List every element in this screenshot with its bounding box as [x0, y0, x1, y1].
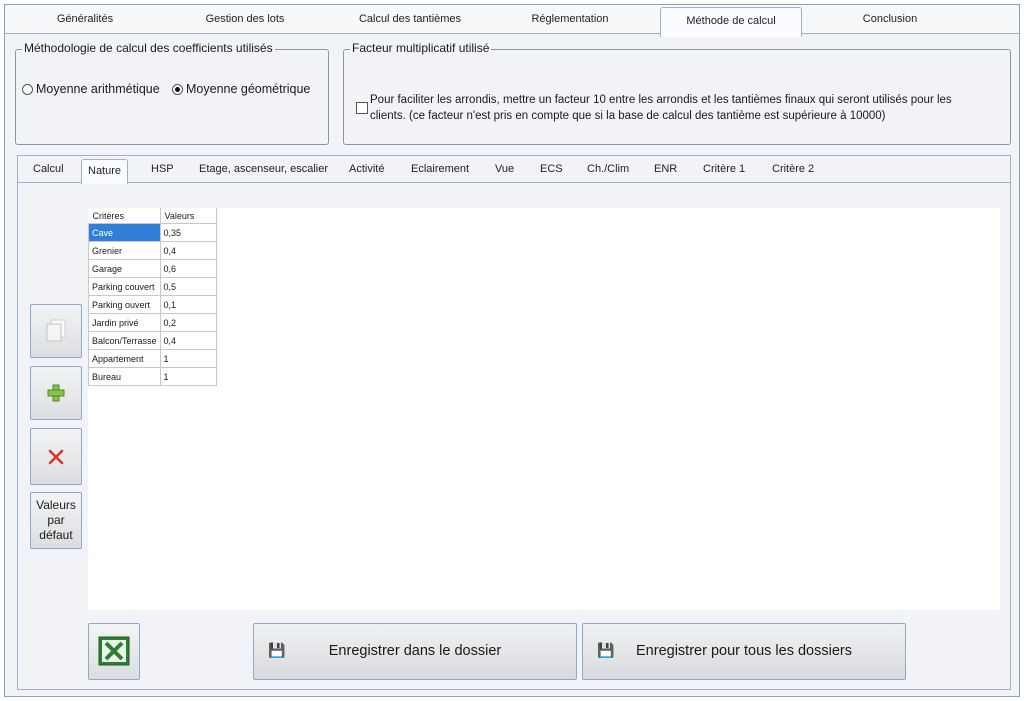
- table-row[interactable]: Appartement 1: [88, 349, 217, 368]
- table-row[interactable]: Garage 0,6: [88, 259, 217, 278]
- cell-critere[interactable]: Balcon/Terrasse: [88, 331, 161, 350]
- tab-gestion-lots[interactable]: Gestion des lots: [175, 5, 315, 33]
- cell-critere[interactable]: Bureau: [88, 367, 161, 386]
- facteur-group: Facteur multiplicatif utilisé Pour facil…: [343, 41, 1011, 145]
- radio-unchecked-icon: [22, 83, 33, 95]
- cell-critere[interactable]: Parking couvert: [88, 277, 161, 296]
- table-row[interactable]: Parking couvert 0,5: [88, 277, 217, 296]
- delete-icon: [48, 449, 64, 464]
- subtab-calcul[interactable]: Calcul: [33, 156, 64, 182]
- tab-methode-calcul[interactable]: Méthode de calcul: [660, 7, 802, 37]
- tab-calcul-tantiemes[interactable]: Calcul des tantièmes: [335, 5, 485, 33]
- subtab-hsp[interactable]: HSP: [151, 156, 174, 182]
- cell-valeur[interactable]: 0,4: [159, 331, 217, 350]
- cell-valeur[interactable]: 1: [159, 367, 217, 386]
- delete-button[interactable]: [30, 428, 82, 485]
- cell-valeur[interactable]: 1: [159, 349, 217, 368]
- facteur-group-title: Facteur multiplicatif utilisé: [350, 41, 492, 55]
- radio-label-arithmetique: Moyenne arithmétique: [36, 82, 160, 96]
- cell-critere[interactable]: Cave: [88, 223, 161, 242]
- table-row[interactable]: Balcon/Terrasse 0,4: [88, 331, 217, 350]
- top-tab-bar: Généralités Gestion des lots Calcul des …: [5, 5, 1019, 37]
- cell-valeur[interactable]: 0,2: [159, 313, 217, 332]
- radio-checked-icon: [172, 83, 183, 95]
- subtab-nature[interactable]: Nature: [81, 159, 129, 184]
- save-all-label: Enregistrer pour tous les dossiers: [636, 643, 852, 659]
- table-row[interactable]: Bureau 1: [88, 367, 217, 386]
- table-row[interactable]: Parking ouvert 0,1: [88, 295, 217, 314]
- default-values-button[interactable]: Valeurs par défaut: [30, 492, 82, 549]
- copy-button[interactable]: [30, 304, 82, 358]
- subtab-ecs[interactable]: ECS: [540, 156, 563, 182]
- subtab-critere-1[interactable]: Critère 1: [703, 156, 745, 182]
- save-folder-button[interactable]: 💾 Enregistrer dans le dossier: [253, 623, 577, 680]
- facteur-description: Pour faciliter les arrondis, mettre un f…: [370, 94, 952, 122]
- sub-tab-bar: Calcul Nature HSP Etage, ascenseur, esca…: [18, 156, 1010, 184]
- table-row[interactable]: Cave 0,35: [88, 223, 217, 242]
- excel-export-button[interactable]: [88, 623, 140, 680]
- table-row[interactable]: Grenier 0,4: [88, 241, 217, 260]
- subtab-eclairement[interactable]: Eclairement: [411, 156, 469, 182]
- save-all-button[interactable]: 💾 Enregistrer pour tous les dossiers: [582, 623, 906, 680]
- tab-conclusion[interactable]: Conclusion: [820, 5, 960, 33]
- excel-icon: [98, 636, 130, 666]
- subtab-enr[interactable]: ENR: [654, 156, 677, 182]
- cell-valeur[interactable]: 0,4: [159, 241, 217, 260]
- cell-valeur[interactable]: 0,5: [159, 277, 217, 296]
- cell-valeur[interactable]: 0,35: [159, 223, 217, 242]
- subtab-chclim[interactable]: Ch./Clim: [587, 156, 629, 182]
- cell-critere[interactable]: Grenier: [88, 241, 161, 260]
- criteria-panel: Calcul Nature HSP Etage, ascenseur, esca…: [17, 155, 1011, 690]
- cell-critere[interactable]: Parking ouvert: [88, 295, 161, 314]
- radio-moyenne-arithmetique[interactable]: Moyenne arithmétique: [22, 82, 160, 96]
- table-row[interactable]: Jardin privé 0,2: [88, 313, 217, 332]
- radio-label-geometrique: Moyenne géométrique: [186, 82, 311, 96]
- cell-valeur[interactable]: 0,6: [159, 259, 217, 278]
- plus-icon: [47, 384, 65, 402]
- add-button[interactable]: [30, 366, 82, 420]
- copy-icon: [46, 319, 66, 342]
- save-folder-label: Enregistrer dans le dossier: [328, 643, 502, 659]
- subtab-etage[interactable]: Etage, ascenseur, escalier: [199, 156, 328, 182]
- grid-area: [88, 208, 1000, 610]
- tab-generalites[interactable]: Généralités: [25, 5, 145, 33]
- methodology-group-title: Méthodologie de calcul des coefficients …: [22, 41, 275, 55]
- criteria-table: Critères Valeurs Cave 0,35 Grenier 0,4 Gar…: [88, 208, 217, 386]
- subtab-critere-2[interactable]: Critère 2: [772, 156, 814, 182]
- cell-critere[interactable]: Garage: [88, 259, 161, 278]
- methodology-group: Méthodologie de calcul des coefficients …: [15, 41, 329, 145]
- main-window: Généralités Gestion des lots Calcul des …: [4, 4, 1020, 697]
- subtab-vue[interactable]: Vue: [495, 156, 514, 182]
- facteur-checkbox[interactable]: [356, 102, 368, 114]
- cell-valeur[interactable]: 0,1: [159, 295, 217, 314]
- cell-critere[interactable]: Appartement: [88, 349, 161, 368]
- tab-reglementation[interactable]: Réglementation: [500, 5, 640, 33]
- subtab-activite[interactable]: Activité: [349, 156, 384, 182]
- column-header-criteres[interactable]: Critères: [88, 208, 161, 224]
- cell-critere[interactable]: Jardin privé: [88, 313, 161, 332]
- column-header-valeurs[interactable]: Valeurs: [160, 208, 217, 224]
- radio-moyenne-geometrique[interactable]: Moyenne géométrique: [172, 82, 310, 96]
